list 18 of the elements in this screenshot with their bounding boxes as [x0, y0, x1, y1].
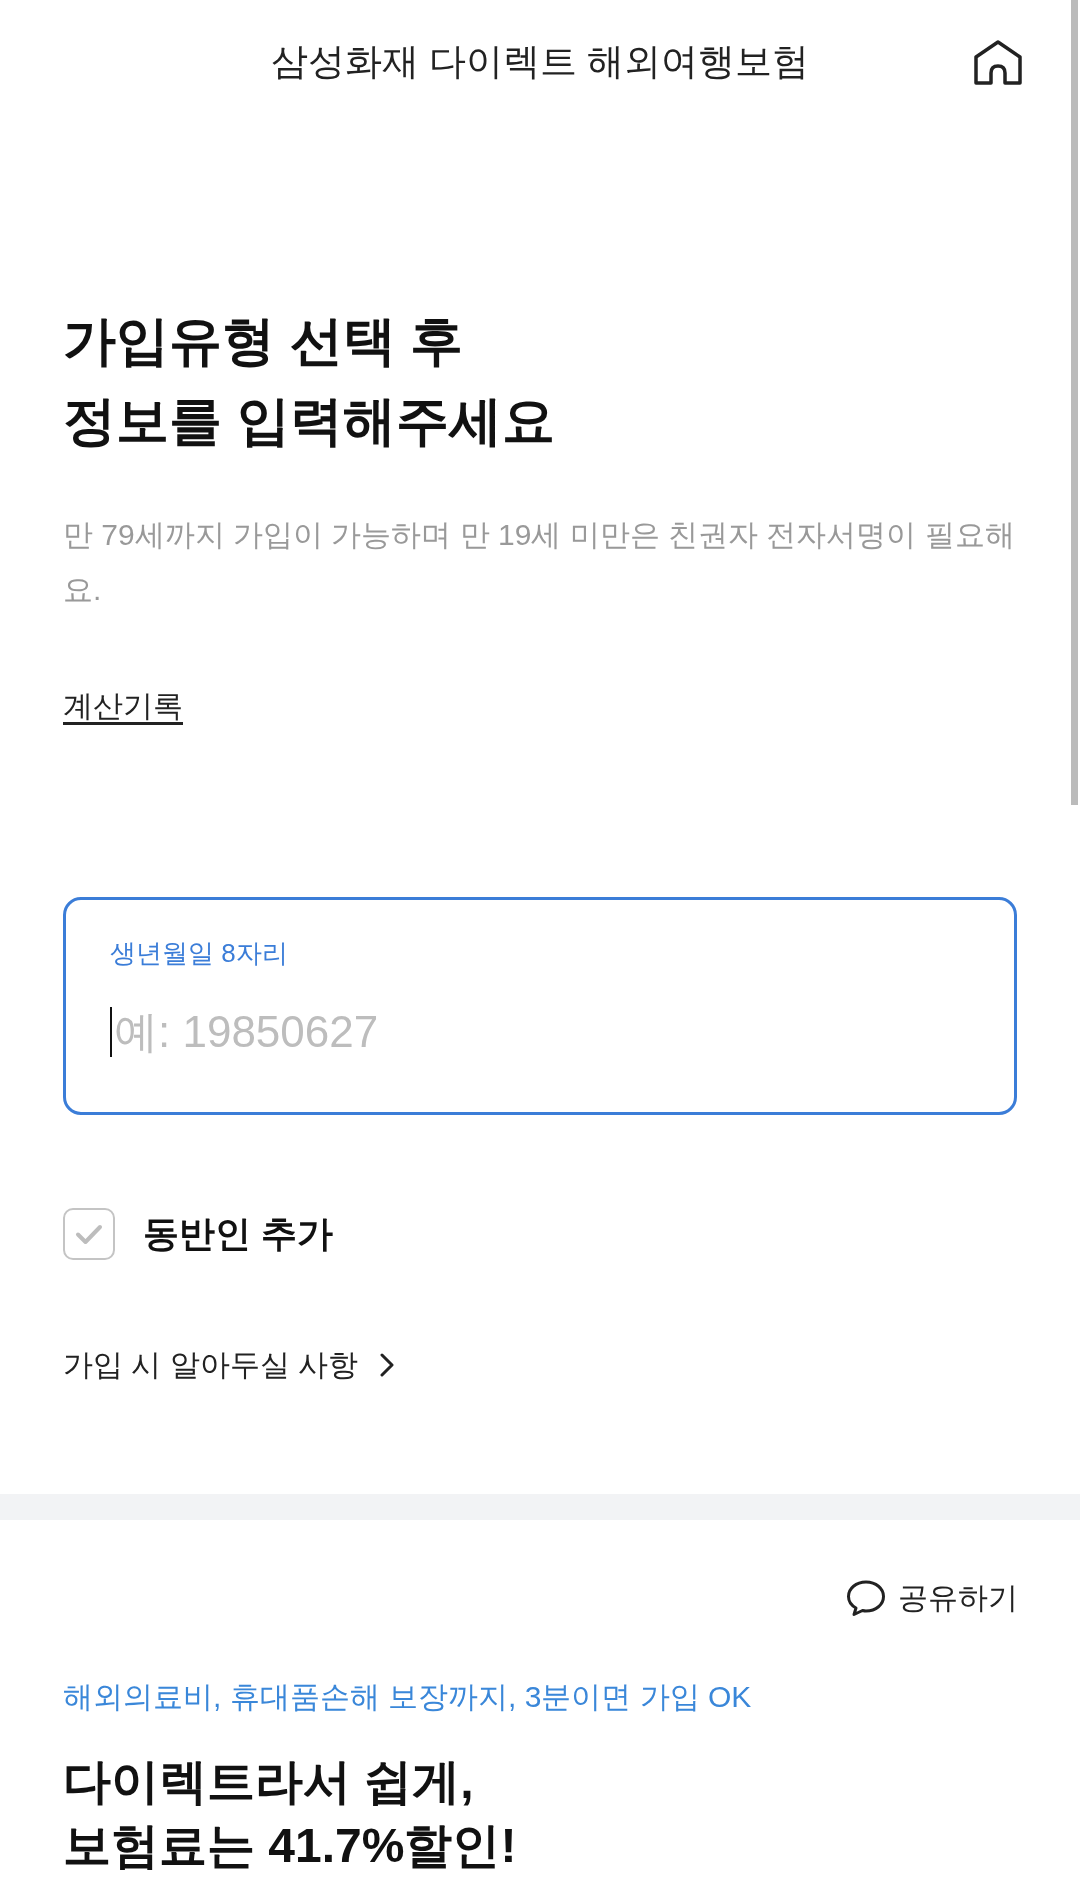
birth-date-field[interactable]: 생년월일 8자리 예: 19850627: [63, 897, 1017, 1115]
checkbox[interactable]: [63, 1208, 115, 1260]
checkbox-label: 동반인 추가: [143, 1212, 333, 1256]
speech-bubble-icon: [846, 1579, 886, 1617]
check-icon: [75, 1223, 103, 1245]
birth-date-input[interactable]: 예: 19850627: [112, 1004, 984, 1060]
page-title: 삼성화재 다이렉트 해외여행보험: [270, 40, 810, 84]
chevron-right-icon: [380, 1353, 394, 1377]
field-label: 생년월일 8자리: [110, 937, 288, 970]
text-cursor: [110, 1007, 112, 1057]
home-icon[interactable]: [973, 39, 1023, 85]
history-link[interactable]: 계산기록: [63, 686, 183, 726]
share-button[interactable]: 공유하기: [846, 1578, 1018, 1618]
page-heading: 가입유형 선택 후 정보를 입력해주세요: [63, 310, 556, 452]
tagline-text: 해외의료비, 휴대품손해 보장까지, 3분이면 가입 OK: [63, 1679, 753, 1715]
promo-headline: 다이렉트라서 쉽게, 보험료는 41.7%할인!: [63, 1754, 518, 1874]
notice-link[interactable]: 가입 시 알아두실 사항: [63, 1345, 394, 1385]
description-text: 만 79세까지 가입이 가능하며 만 19세 미만은 친권자 전자서명이 필요해요.: [63, 517, 1016, 608]
